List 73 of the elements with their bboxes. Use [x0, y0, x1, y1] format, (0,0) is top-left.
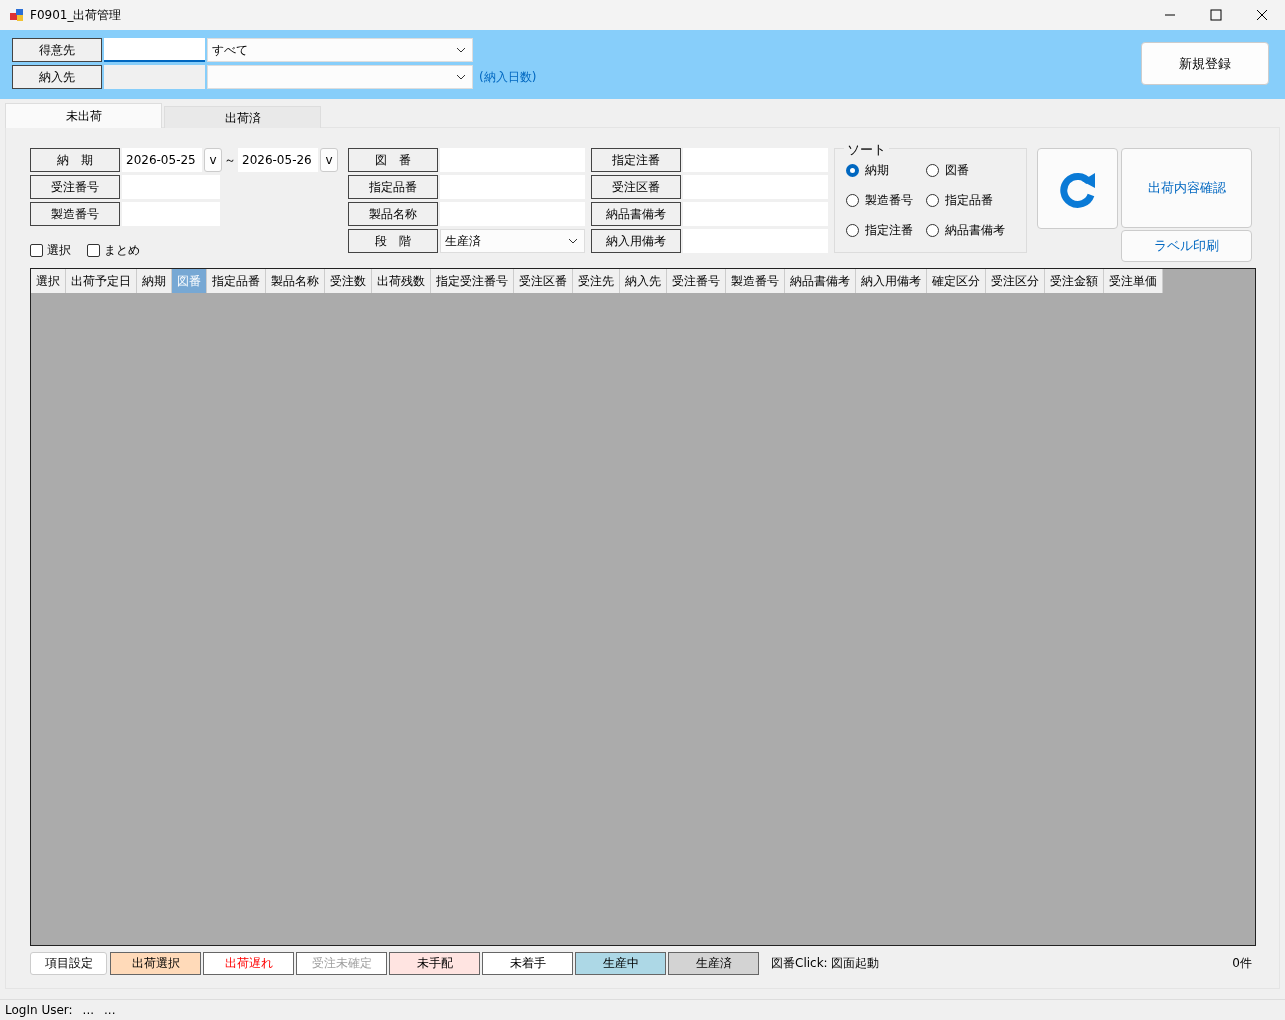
input-field[interactable] — [104, 38, 205, 62]
input-field[interactable] — [104, 65, 205, 89]
radio-option[interactable]: 納品書備考 — [926, 221, 1026, 239]
legend-swatch: 生産済 — [668, 951, 759, 975]
tilde-separator: ～ — [224, 152, 236, 169]
refresh-button[interactable] — [1037, 148, 1118, 229]
column-header[interactable]: 受注区分 — [986, 269, 1045, 293]
confirm-button[interactable]: 出荷内容確認 — [1121, 148, 1252, 228]
chevron-icon — [456, 47, 466, 53]
column-header[interactable]: 出荷残数 — [372, 269, 431, 293]
legend-swatch: 未手配 — [389, 951, 480, 975]
field-label: 図 番 — [348, 148, 438, 172]
dropdown-button[interactable]: v — [320, 148, 338, 172]
hint-text: 図番Click: 図面起動 — [771, 955, 880, 972]
column-header[interactable]: 製品名称 — [266, 269, 325, 293]
radio-option[interactable]: 図番 — [926, 161, 1026, 179]
column-header[interactable]: 受注数 — [325, 269, 372, 293]
legend-swatch: 未着手 — [482, 951, 573, 975]
field-label: 段 階 — [348, 229, 438, 253]
checkbox[interactable]: 選択 — [30, 241, 71, 259]
field-label: 受注番号 — [30, 175, 120, 199]
label-print-button[interactable]: ラベル印刷 — [1121, 230, 1252, 262]
window-title: F0901_出荷管理 — [30, 7, 122, 24]
field-label: 製造番号 — [30, 202, 120, 226]
input-field[interactable]: 2026-05-25 — [122, 148, 202, 172]
settings-button[interactable]: 項目設定 — [30, 951, 107, 975]
legend-swatch: 生産中 — [575, 951, 666, 975]
field-label: 納入用備考 — [591, 229, 681, 253]
tab[interactable]: 未出荷 — [5, 103, 162, 128]
column-header[interactable]: 指定受注番号 — [431, 269, 514, 293]
field-label: 指定品番 — [348, 175, 438, 199]
column-header[interactable]: 納入先 — [620, 269, 667, 293]
radio-option[interactable]: 製造番号 — [846, 191, 926, 209]
delivery-days-note: (納入日数) — [478, 69, 537, 86]
field-label: 納 期 — [30, 148, 120, 172]
field-label: 納入先 — [12, 65, 102, 89]
field-label: 製品名称 — [348, 202, 438, 226]
legend-swatch: 出荷遅れ — [203, 951, 294, 975]
column-header[interactable]: 納入用備考 — [856, 269, 927, 293]
column-header[interactable]: 受注区番 — [514, 269, 573, 293]
radio-option[interactable]: 指定品番 — [926, 191, 1026, 209]
radio-option[interactable]: 指定注番 — [846, 221, 926, 239]
column-header[interactable]: 受注先 — [573, 269, 620, 293]
field-label: 納品書備考 — [591, 202, 681, 226]
column-header[interactable]: 受注単価 — [1104, 269, 1163, 293]
status-label: LogIn User: — [5, 1002, 73, 1019]
record-count: 0件 — [1232, 955, 1252, 972]
checkbox[interactable]: まとめ — [87, 241, 140, 259]
column-header[interactable]: 選択 — [31, 269, 66, 293]
dropdown[interactable]: 生産済 — [440, 229, 585, 253]
tab[interactable]: 出荷済 — [164, 106, 321, 128]
column-header[interactable]: 受注金額 — [1045, 269, 1104, 293]
legend-swatch: 出荷選択 — [110, 951, 201, 975]
field-label: 指定注番 — [591, 148, 681, 172]
radio-option[interactable]: 納期 — [846, 161, 926, 179]
column-header[interactable]: 受注番号 — [667, 269, 726, 293]
new-button[interactable]: 新規登録 — [1141, 42, 1269, 85]
column-header[interactable]: 出荷予定日 — [66, 269, 137, 293]
field-label: 受注区番 — [591, 175, 681, 199]
column-header[interactable]: 指定品番 — [207, 269, 266, 293]
field-label: 得意先 — [12, 38, 102, 62]
user-name: ... — [82, 1002, 95, 1019]
chevron-icon — [568, 238, 578, 244]
column-header[interactable]: 納品書備考 — [785, 269, 856, 293]
app-icon — [10, 8, 24, 22]
column-header[interactable]: 製造番号 — [726, 269, 785, 293]
column-header[interactable]: 確定区分 — [927, 269, 986, 293]
dropdown-button[interactable]: v — [204, 148, 222, 172]
chevron-icon — [456, 74, 466, 80]
input-field[interactable]: 2026-05-26 — [238, 148, 318, 172]
dropdown[interactable]: すべて — [207, 38, 473, 62]
legend-swatch: 受注未確定 — [296, 951, 387, 975]
status-text: ... — [104, 1002, 116, 1019]
